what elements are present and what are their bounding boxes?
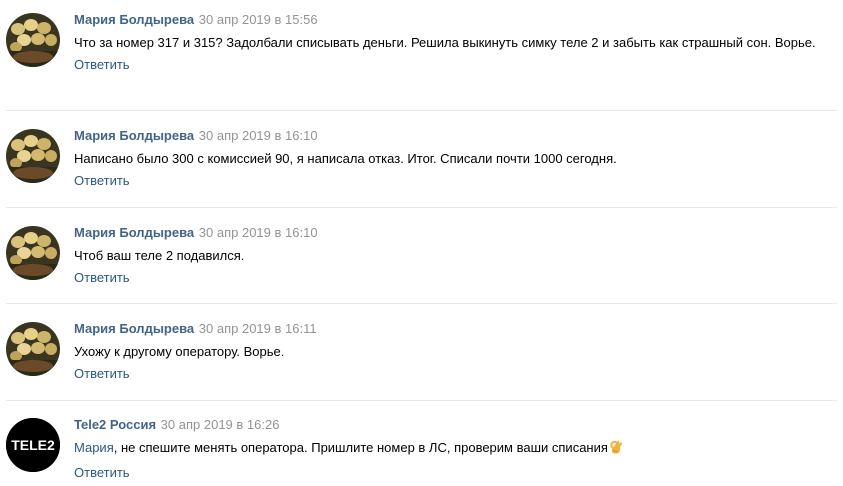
reply-button[interactable]: Ответить (74, 464, 130, 482)
tulips-photo-icon (6, 13, 60, 67)
author-name[interactable]: Мария Болдырева (74, 225, 194, 240)
author-name[interactable]: Мария Болдырева (74, 128, 194, 143)
comment-text: Мария, не спешите менять оператора. Приш… (74, 438, 833, 461)
comment-text: Ухожу к другому оператору. Ворье. (74, 344, 285, 359)
comment-date[interactable]: 30 апр 2019 в 16:11 (199, 321, 317, 336)
reply-button[interactable]: Ответить (74, 269, 130, 287)
comment-date[interactable]: 30 апр 2019 в 16:10 (199, 225, 318, 240)
divider (6, 110, 837, 111)
tulips-photo-icon (6, 226, 60, 280)
divider (6, 303, 837, 304)
ok-hand-emoji-icon (609, 439, 624, 461)
tulips-photo-icon (6, 322, 60, 376)
reply-button[interactable]: Ответить (74, 56, 130, 74)
mention-link[interactable]: Мария (74, 440, 114, 455)
avatar[interactable] (6, 129, 60, 183)
tele2-logo-icon: TELE2 (6, 418, 60, 472)
divider (6, 207, 837, 208)
comment-text: Что за номер 317 и 315? Задолбали списыв… (74, 35, 816, 50)
comment-date[interactable]: 30 апр 2019 в 15:56 (199, 12, 318, 27)
comment-text-body: , не спешите менять оператора. Пришлите … (113, 440, 608, 455)
divider (6, 400, 837, 401)
tele2-logo-text: TELE2 (11, 437, 55, 453)
avatar[interactable] (6, 226, 60, 280)
reply-button[interactable]: Ответить (74, 365, 130, 383)
comment-text: Написано было 300 с комиссией 90, я напи… (74, 151, 617, 166)
author-name[interactable]: Мария Болдырева (74, 321, 194, 336)
reply-button[interactable]: Ответить (74, 172, 130, 190)
comment-text: Чтоб ваш теле 2 подавился. (74, 248, 245, 263)
avatar[interactable] (6, 322, 60, 376)
author-name[interactable]: Мария Болдырева (74, 12, 194, 27)
avatar[interactable]: TELE2 (6, 418, 60, 472)
comment-date[interactable]: 30 апр 2019 в 16:10 (199, 128, 318, 143)
tulips-photo-icon (6, 129, 60, 183)
avatar[interactable] (6, 13, 60, 67)
comment-date[interactable]: 30 апр 2019 в 16:26 (161, 417, 280, 432)
author-name[interactable]: Tele2 Россия (74, 417, 156, 432)
